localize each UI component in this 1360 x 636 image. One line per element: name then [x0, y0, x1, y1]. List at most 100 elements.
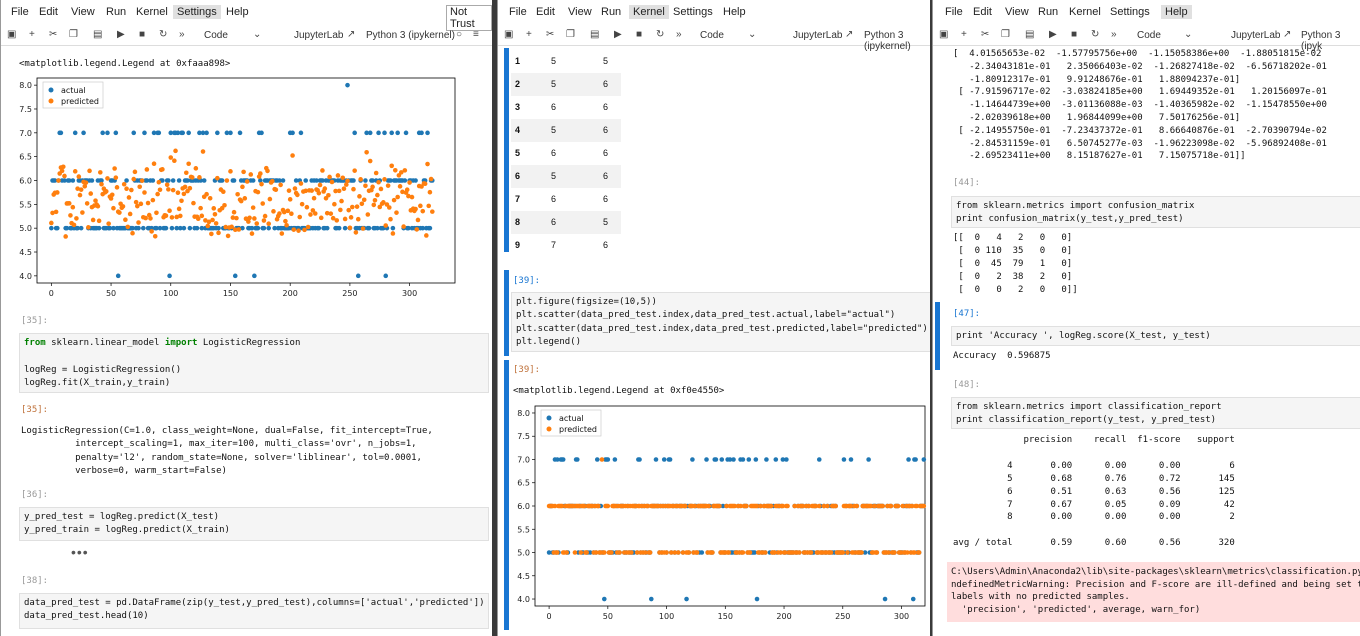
jupyterlab-link[interactable]: JupyterLab [793, 30, 842, 41]
point-predicted [308, 212, 313, 217]
copy-icon[interactable]: ❐ [566, 29, 575, 40]
menu-kernel[interactable]: Kernel [629, 5, 669, 19]
run-icon[interactable]: ▶ [1049, 29, 1057, 40]
point-predicted [271, 209, 276, 214]
kernel-name[interactable]: Python 3 (ipykernel) [864, 30, 930, 52]
menu-kernel[interactable]: Kernel [136, 6, 168, 18]
code-cell-48[interactable]: from sklearn.metrics import classificati… [951, 397, 1360, 429]
paste-icon[interactable]: ▤ [93, 29, 102, 40]
legend-label-actual: actual [559, 414, 584, 423]
save-icon[interactable]: ▣ [7, 29, 16, 40]
table-row: 1 5 5 [511, 50, 621, 73]
menu-edit[interactable]: Edit [973, 6, 992, 18]
cut-icon[interactable]: ✂ [981, 29, 989, 40]
collapsed-output-ellipsis[interactable]: ••• [71, 544, 89, 560]
point-predicted [345, 178, 350, 184]
code-cell-35[interactable]: from sklearn.linear_model import Logisti… [19, 333, 489, 393]
paste-icon[interactable]: ▤ [1025, 29, 1034, 40]
menu-file[interactable]: File [509, 6, 527, 18]
cut-icon[interactable]: ✂ [49, 29, 57, 40]
point-predicted [176, 206, 182, 212]
code-cell-39[interactable]: plt.figure(figsize=(10,5)) plt.scatter(d… [511, 292, 930, 352]
add-cell-icon[interactable]: + [29, 29, 35, 40]
cell-type-select[interactable]: Code [1137, 30, 1161, 41]
menu-help[interactable]: Help [1161, 5, 1192, 19]
point-actual [72, 130, 78, 136]
restart-icon[interactable]: ↻ [656, 29, 664, 40]
point-predicted [207, 195, 213, 201]
stop-icon[interactable]: ■ [139, 29, 145, 40]
menu-view[interactable]: View [568, 6, 592, 18]
menu-edit[interactable]: Edit [39, 6, 58, 18]
code-cell-44[interactable]: from sklearn.metrics import confusion_ma… [951, 196, 1360, 228]
menu-file[interactable]: File [945, 6, 963, 18]
fast-forward-icon[interactable]: » [676, 29, 682, 40]
stop-icon[interactable]: ■ [1071, 29, 1077, 40]
menu-settings[interactable]: Settings [1110, 6, 1150, 18]
menu-run[interactable]: Run [106, 6, 126, 18]
code-cell-47[interactable]: print 'Accuracy ', logReg.score(X_test, … [951, 326, 1360, 346]
run-icon[interactable]: ▶ [117, 29, 125, 40]
add-cell-icon[interactable]: + [526, 29, 532, 40]
point-predicted [289, 211, 294, 217]
y-tick-label: 6.5 [517, 479, 530, 488]
menu-settings[interactable]: Settings [173, 5, 221, 19]
save-icon[interactable]: ▣ [504, 29, 513, 40]
run-icon[interactable]: ▶ [614, 29, 622, 40]
menu-edit[interactable]: Edit [536, 6, 555, 18]
cell-type-select[interactable]: Code [204, 30, 228, 41]
menu-help[interactable]: Help [226, 6, 249, 18]
code-cell-36[interactable]: y_pred_test = logReg.predict(X_test) y_p… [19, 507, 489, 541]
menu-file[interactable]: File [11, 6, 29, 18]
table-cell: 6 [551, 102, 557, 112]
menu-run[interactable]: Run [601, 6, 621, 18]
table-row: 9 7 6 [511, 234, 621, 257]
menu-settings[interactable]: Settings [673, 6, 713, 18]
point-predicted [123, 217, 128, 222]
point-predicted [168, 155, 174, 160]
chevron-down-icon[interactable]: ⌄ [748, 29, 756, 40]
jupyterlab-link[interactable]: JupyterLab [1231, 30, 1280, 41]
point-predicted [77, 192, 83, 198]
external-link-icon: ↗ [845, 29, 854, 40]
point-actual [169, 225, 175, 231]
copy-icon[interactable]: ❐ [1001, 29, 1010, 40]
point-actual [661, 457, 667, 462]
code-cell-38[interactable]: data_pred_test = pd.DataFrame(zip(y_test… [19, 593, 489, 629]
point-predicted [151, 161, 157, 166]
add-cell-icon[interactable]: + [961, 29, 967, 40]
point-predicted [229, 224, 234, 230]
menu-view[interactable]: View [71, 6, 95, 18]
stop-icon[interactable]: ■ [636, 29, 642, 40]
menu-kernel[interactable]: Kernel [1069, 6, 1101, 18]
point-actual [204, 130, 209, 136]
save-icon[interactable]: ▣ [939, 29, 948, 40]
point-predicted [186, 161, 191, 167]
copy-icon[interactable]: ❐ [69, 29, 78, 40]
point-actual [376, 130, 381, 136]
point-actual [637, 457, 642, 462]
point-predicted [880, 503, 886, 509]
menu-icon[interactable]: ≡ [473, 29, 479, 40]
menu-view[interactable]: View [1005, 6, 1029, 18]
point-actual [78, 225, 84, 231]
restart-icon[interactable]: ↻ [1091, 29, 1099, 40]
fast-forward-icon[interactable]: » [1111, 29, 1117, 40]
chevron-down-icon[interactable]: ⌄ [1184, 29, 1192, 40]
cut-icon[interactable]: ✂ [546, 29, 554, 40]
fast-forward-icon[interactable]: » [179, 29, 185, 40]
point-predicted [647, 550, 653, 555]
menu-run[interactable]: Run [1038, 6, 1058, 18]
jupyterlab-link[interactable]: JupyterLab [294, 30, 343, 41]
prompt-47: [47]: [953, 309, 981, 319]
menu-help[interactable]: Help [723, 6, 746, 18]
chevron-down-icon[interactable]: ⌄ [253, 29, 261, 40]
restart-icon[interactable]: ↻ [159, 29, 167, 40]
y-tick-label: 4.0 [19, 272, 32, 281]
cell-type-select[interactable]: Code [700, 30, 724, 41]
paste-icon[interactable]: ▤ [590, 29, 599, 40]
point-actual [719, 457, 725, 462]
x-tick-label: 300 [894, 612, 909, 621]
table-cell: 6 [603, 125, 609, 135]
kernel-name[interactable]: Python 3 (ipykernel) [366, 30, 455, 41]
